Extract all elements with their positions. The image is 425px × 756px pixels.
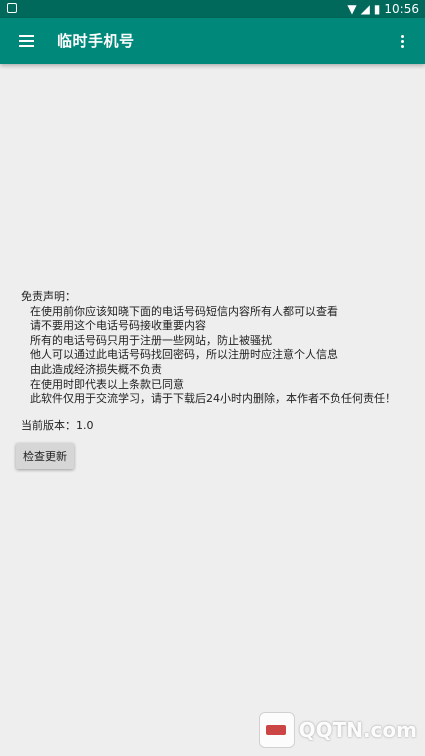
version-label: 当前版本：1.0 (21, 418, 94, 432)
disclaimer-line: 此软件仅用于交流学习，请于下载后24小时内删除，本作者不负任何责任！ (30, 392, 396, 406)
disclaimer-line: 在使用时即代表以上条款已同意 (30, 377, 184, 391)
signal-icon: ◢ (360, 2, 370, 16)
app-bar: 临时手机号 (0, 18, 425, 64)
check-update-button[interactable]: 检查更新 (16, 443, 74, 469)
hamburger-menu-icon[interactable] (16, 31, 38, 51)
disclaimer-line: 请不要用这个电话号码接收重要内容 (30, 319, 206, 333)
app-title: 临时手机号 (57, 32, 135, 50)
notification-icon (7, 3, 17, 13)
disclaimer-line: 由此造成经济损失概不负责 (30, 362, 162, 376)
watermark-logo-icon (258, 712, 295, 748)
watermark-text: QQTN.com (298, 718, 417, 742)
disclaimer-section: 免责声明： 在使用前你应该知晓下面的电话号码短信内容所有人都可以查看 请不要用这… (21, 290, 415, 433)
battery-icon: ▮ (373, 2, 381, 16)
status-bar: ▼ ◢ ▮ 10:56 (0, 0, 425, 18)
disclaimer-heading: 免责声明： (21, 290, 76, 303)
more-vert-icon[interactable] (399, 31, 407, 51)
wifi-icon: ▼ (347, 2, 357, 16)
watermark: QQTN.com (258, 710, 417, 750)
disclaimer-line: 在使用前你应该知晓下面的电话号码短信内容所有人都可以查看 (30, 304, 338, 318)
disclaimer-line: 他人可以通过此电话号码找回密码，所以注册时应注意个人信息 (30, 348, 338, 362)
status-time: 10:56 (384, 2, 419, 16)
disclaimer-line: 所有的电话号码只用于注册一些网站，防止被骚扰 (30, 333, 272, 347)
status-indicators: ▼ ◢ ▮ 10:56 (347, 0, 419, 18)
